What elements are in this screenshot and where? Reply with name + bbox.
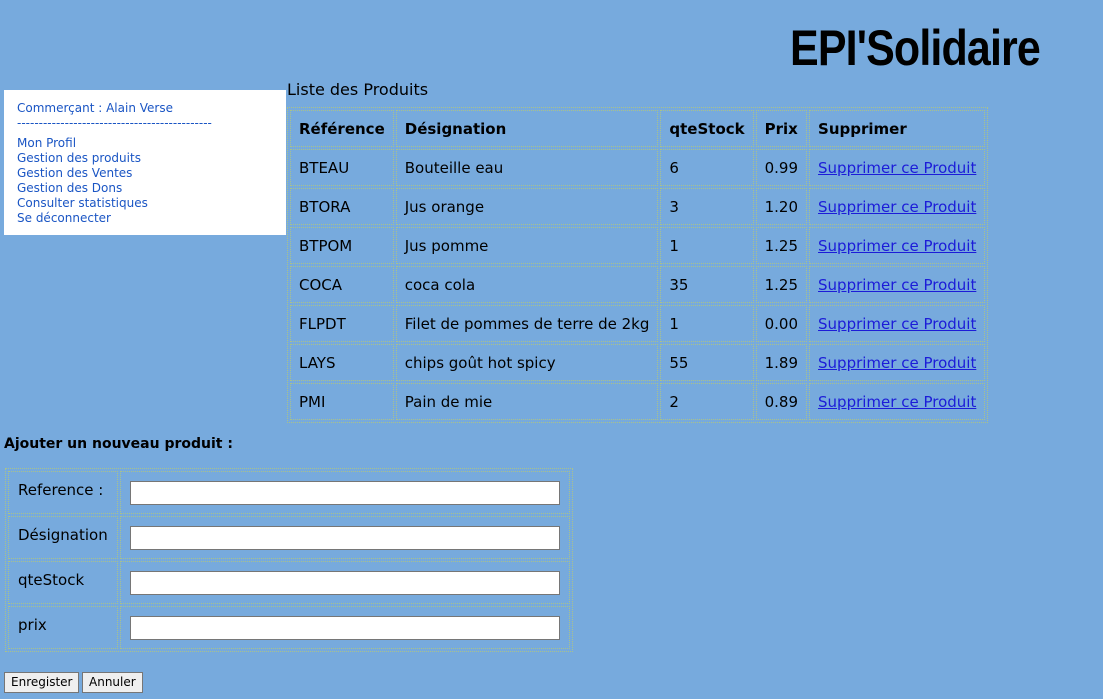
column-header-reference: Référence	[290, 110, 394, 147]
form-row-reference: Reference :	[8, 471, 570, 514]
cell-delete: Supprimer ce Produit	[809, 149, 986, 186]
sidebar-separator: ----------------------------------------…	[17, 116, 212, 130]
delete-product-link[interactable]: Supprimer ce Produit	[818, 237, 976, 255]
cell-price: 1.89	[755, 344, 808, 381]
delete-product-link[interactable]: Supprimer ce Produit	[818, 198, 976, 216]
cell-stock: 35	[660, 266, 754, 303]
cell-delete: Supprimer ce Produit	[809, 266, 986, 303]
cell-price: 0.89	[755, 383, 808, 420]
reference-cell	[119, 471, 570, 514]
delete-product-link[interactable]: Supprimer ce Produit	[818, 315, 976, 333]
price-input[interactable]	[129, 615, 560, 640]
sidebar: Commerçant : Alain Verse ---------------…	[4, 90, 286, 235]
cell-designation: Jus pomme	[395, 227, 659, 264]
merchant-name: Commerçant : Alain Verse	[17, 101, 173, 115]
cell-price: 0.99	[755, 149, 808, 186]
cell-stock: 55	[660, 344, 754, 381]
table-row: BTORA Jus orange 3 1.20 Supprimer ce Pro…	[290, 188, 986, 225]
column-header-delete: Supprimer	[809, 110, 986, 147]
reference-input[interactable]	[129, 480, 560, 505]
column-header-stock: qteStock	[660, 110, 754, 147]
column-header-designation: Désignation	[395, 110, 659, 147]
table-row: BTEAU Bouteille eau 6 0.99 Supprimer ce …	[290, 149, 986, 186]
table-row: PMI Pain de mie 2 0.89 Supprimer ce Prod…	[290, 383, 986, 420]
add-product-form: Reference : Désignation qteStock prix	[5, 468, 573, 652]
form-row-stock: qteStock	[8, 561, 570, 604]
stock-label: qteStock	[8, 561, 118, 604]
cell-delete: Supprimer ce Produit	[809, 383, 986, 420]
sidebar-item-sales[interactable]: Gestion des Ventes	[17, 166, 286, 181]
stock-cell	[119, 561, 570, 604]
cell-price: 1.25	[755, 227, 808, 264]
site-logo: EPI'Solidaire	[790, 20, 1041, 76]
cell-reference: PMI	[290, 383, 394, 420]
cell-price: 0.00	[755, 305, 808, 342]
save-button[interactable]: Enregister	[4, 672, 80, 693]
cell-reference: BTPOM	[290, 227, 394, 264]
table-row: LAYS chips goût hot spicy 55 1.89 Suppri…	[290, 344, 986, 381]
cell-designation: Jus orange	[395, 188, 659, 225]
cell-stock: 1	[660, 227, 754, 264]
cell-reference: BTEAU	[290, 149, 394, 186]
cell-designation: Bouteille eau	[395, 149, 659, 186]
sidebar-item-profile[interactable]: Mon Profil	[17, 136, 286, 151]
designation-cell	[119, 516, 570, 559]
cell-price: 1.25	[755, 266, 808, 303]
cell-price: 1.20	[755, 188, 808, 225]
designation-input[interactable]	[129, 525, 560, 550]
cell-delete: Supprimer ce Produit	[809, 227, 986, 264]
sidebar-menu: Mon Profil Gestion des produits Gestion …	[17, 136, 286, 226]
designation-label: Désignation	[8, 516, 118, 559]
sidebar-item-logout[interactable]: Se déconnecter	[17, 211, 286, 226]
stock-input[interactable]	[129, 570, 560, 595]
cell-stock: 6	[660, 149, 754, 186]
cell-stock: 2	[660, 383, 754, 420]
cell-designation: chips goût hot spicy	[395, 344, 659, 381]
cell-reference: COCA	[290, 266, 394, 303]
cell-reference: FLPDT	[290, 305, 394, 342]
delete-product-link[interactable]: Supprimer ce Produit	[818, 159, 976, 177]
column-header-price: Prix	[755, 110, 808, 147]
delete-product-link[interactable]: Supprimer ce Produit	[818, 354, 976, 372]
cell-designation: Filet de pommes de terre de 2kg	[395, 305, 659, 342]
delete-product-link[interactable]: Supprimer ce Produit	[818, 276, 976, 294]
table-row: COCA coca cola 35 1.25 Supprimer ce Prod…	[290, 266, 986, 303]
table-row: BTPOM Jus pomme 1 1.25 Supprimer ce Prod…	[290, 227, 986, 264]
cell-designation: Pain de mie	[395, 383, 659, 420]
reference-label: Reference :	[8, 471, 118, 514]
table-header-row: Référence Désignation qteStock Prix Supp…	[290, 110, 986, 147]
cancel-button[interactable]: Annuler	[82, 672, 143, 693]
cell-stock: 1	[660, 305, 754, 342]
cell-delete: Supprimer ce Produit	[809, 305, 986, 342]
cell-designation: coca cola	[395, 266, 659, 303]
cell-stock: 3	[660, 188, 754, 225]
cell-delete: Supprimer ce Produit	[809, 188, 986, 225]
sidebar-item-donations[interactable]: Gestion des Dons	[17, 181, 286, 196]
cell-reference: BTORA	[290, 188, 394, 225]
sidebar-item-products[interactable]: Gestion des produits	[17, 151, 286, 166]
table-row: FLPDT Filet de pommes de terre de 2kg 1 …	[290, 305, 986, 342]
cell-reference: LAYS	[290, 344, 394, 381]
products-list-title: Liste des Produits	[287, 80, 429, 99]
delete-product-link[interactable]: Supprimer ce Produit	[818, 393, 976, 411]
sidebar-item-statistics[interactable]: Consulter statistiques	[17, 196, 286, 211]
add-product-title: Ajouter un nouveau produit :	[4, 436, 233, 452]
form-row-designation: Désignation	[8, 516, 570, 559]
price-cell	[119, 606, 570, 649]
cell-delete: Supprimer ce Produit	[809, 344, 986, 381]
form-row-price: prix	[8, 606, 570, 649]
price-label: prix	[8, 606, 118, 649]
products-table: Référence Désignation qteStock Prix Supp…	[287, 107, 989, 423]
